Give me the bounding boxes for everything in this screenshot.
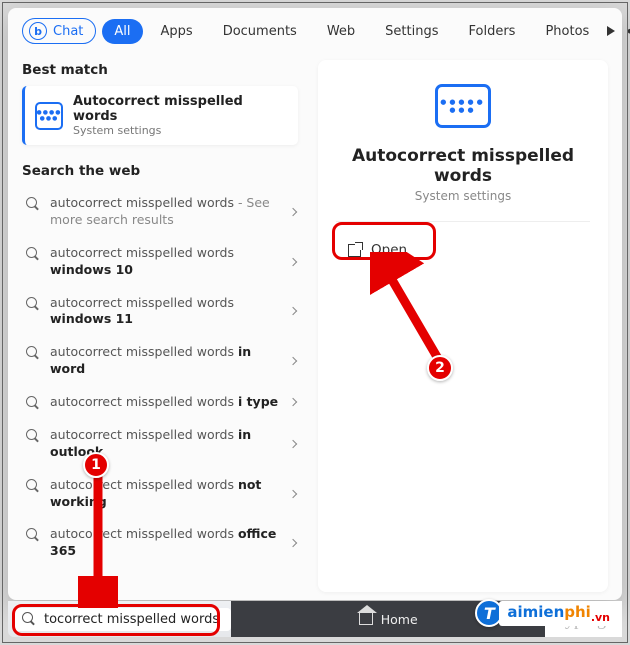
web-result-item[interactable]: autocorrect misspelled words windows 11 <box>22 287 302 337</box>
web-result-item[interactable]: autocorrect misspelled words office 365 <box>22 518 302 568</box>
tab-apps[interactable]: Apps <box>149 19 205 44</box>
web-result-text: autocorrect misspelled words in outlook <box>50 427 280 461</box>
more-icon[interactable]: ••• <box>625 22 630 41</box>
home-label: Home <box>381 612 418 627</box>
taskbar-search[interactable]: tocorrect misspelled words <box>14 608 231 631</box>
search-icon <box>26 247 40 261</box>
search-web-heading: Search the web <box>22 157 308 187</box>
tab-documents[interactable]: Documents <box>211 19 309 44</box>
chevron-right-icon <box>289 440 297 448</box>
search-panel: b Chat All Apps Documents Web Settings F… <box>8 8 622 600</box>
home-icon <box>359 613 373 625</box>
scroll-right-icon[interactable] <box>607 26 615 36</box>
web-result-text: autocorrect misspelled words i type <box>50 394 278 411</box>
detail-card: ●●●●● ●●● Autocorrect misspelled words S… <box>318 60 608 592</box>
annotation-badge-2: 2 <box>427 355 453 381</box>
search-icon <box>26 479 40 493</box>
web-result-text: autocorrect misspelled words - See more … <box>50 195 280 229</box>
web-result-item[interactable]: autocorrect misspelled words not working <box>22 469 302 519</box>
watermark-text: aimienphi.vn <box>499 601 614 626</box>
web-result-item[interactable]: autocorrect misspelled words in word <box>22 336 302 386</box>
tab-web[interactable]: Web <box>315 19 367 44</box>
annotation-badge-1: 1 <box>83 452 109 478</box>
tab-chat[interactable]: b Chat <box>22 18 96 44</box>
best-match-item[interactable]: ●●●●●●● Autocorrect misspelled words Sys… <box>22 86 298 145</box>
chevron-right-icon <box>289 357 297 365</box>
detail-column: ●●●●● ●●● Autocorrect misspelled words S… <box>308 52 622 600</box>
search-icon <box>26 396 40 410</box>
search-icon <box>26 297 40 311</box>
tab-chat-label: Chat <box>53 24 83 39</box>
best-match-heading: Best match <box>22 56 308 86</box>
chevron-right-icon <box>289 539 297 547</box>
web-result-item[interactable]: autocorrect misspelled words - See more … <box>22 187 302 237</box>
web-result-item[interactable]: autocorrect misspelled words i type <box>22 386 302 419</box>
chevron-right-icon <box>289 257 297 265</box>
search-icon <box>26 197 40 211</box>
search-icon <box>22 612 36 626</box>
web-result-item[interactable]: autocorrect misspelled words windows 10 <box>22 237 302 287</box>
web-result-text: autocorrect misspelled words not working <box>50 477 280 511</box>
detail-subtitle: System settings <box>415 189 511 203</box>
search-icon <box>26 429 40 443</box>
chevron-right-icon <box>289 307 297 315</box>
best-match-title: Autocorrect misspelled words <box>73 94 288 124</box>
results-column: Best match ●●●●●●● Autocorrect misspelle… <box>8 52 308 600</box>
web-result-text: autocorrect misspelled words in word <box>50 344 280 378</box>
divider <box>336 221 590 222</box>
chevron-right-icon <box>289 489 297 497</box>
open-button[interactable]: Open <box>336 236 419 264</box>
open-icon <box>348 244 361 257</box>
watermark: T aimienphi.vn <box>475 599 614 627</box>
search-icon <box>26 346 40 360</box>
tab-photos[interactable]: Photos <box>533 19 601 44</box>
open-label: Open <box>371 242 407 258</box>
tab-settings[interactable]: Settings <box>373 19 450 44</box>
tab-all[interactable]: All <box>102 19 142 44</box>
search-value: tocorrect misspelled words <box>44 612 219 627</box>
web-result-item[interactable]: autocorrect misspelled words in outlook <box>22 419 302 469</box>
chevron-right-icon <box>289 208 297 216</box>
filter-tabs: b Chat All Apps Documents Web Settings F… <box>8 8 622 52</box>
web-results-list: autocorrect misspelled words - See more … <box>22 187 308 568</box>
best-match-subtitle: System settings <box>73 124 288 137</box>
keyboard-icon-large: ●●●●● ●●● <box>435 84 491 128</box>
bing-icon: b <box>29 22 47 40</box>
tab-folders[interactable]: Folders <box>456 19 527 44</box>
chevron-right-icon <box>289 398 297 406</box>
search-icon <box>26 528 40 542</box>
keyboard-icon: ●●●●●●● <box>35 102 63 130</box>
web-result-text: autocorrect misspelled words office 365 <box>50 526 280 560</box>
detail-title: Autocorrect misspelled words <box>336 146 590 186</box>
web-result-text: autocorrect misspelled words windows 11 <box>50 295 280 329</box>
web-result-text: autocorrect misspelled words windows 10 <box>50 245 280 279</box>
